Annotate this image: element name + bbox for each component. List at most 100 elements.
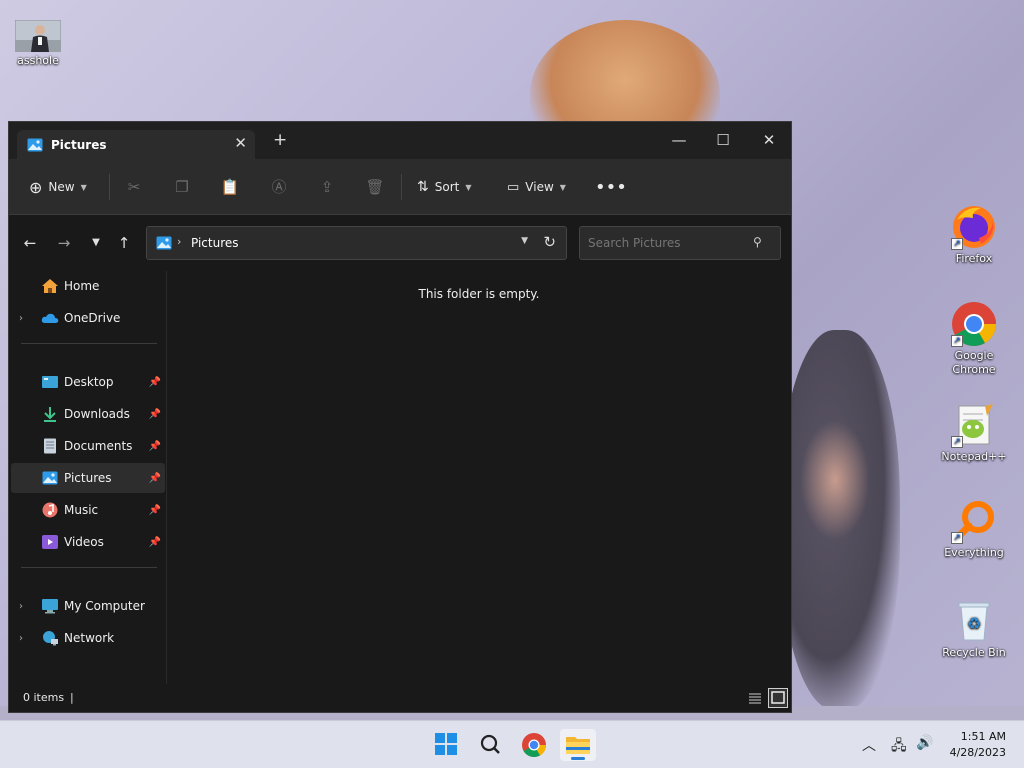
command-bar: ⊕ New ▼ ✂ ❐ 📋 Ⓐ ⇪ 🗑 ⇅ Sort ▼ ▭ View ▼ ••…: [9, 159, 791, 215]
new-tab-icon[interactable]: +: [273, 132, 287, 149]
more-options-icon[interactable]: •••: [595, 176, 627, 198]
expand-chevron-icon[interactable]: ›: [19, 601, 23, 612]
address-history-chevron-icon[interactable]: ▼: [521, 236, 528, 246]
network-icon: [41, 630, 59, 646]
sidebar-item-onedrive[interactable]: › OneDrive: [11, 303, 165, 333]
search-icon: [480, 734, 500, 754]
close-window-button[interactable]: ✕: [747, 126, 791, 154]
maximize-button[interactable]: ☐: [701, 126, 745, 154]
computer-monitor-icon: [41, 598, 59, 614]
chevron-down-icon: ▼: [80, 182, 87, 192]
file-explorer-window: Pictures ✕ + — ☐ ✕ ⊕ New ▼ ✂ ❐ 📋 Ⓐ ⇪ 🗑 ⇅…: [8, 121, 792, 713]
pin-icon[interactable]: 📌: [149, 473, 161, 484]
start-button[interactable]: [428, 729, 464, 761]
network-status-icon[interactable]: 🖧: [891, 735, 907, 759]
address-path[interactable]: Pictures: [191, 236, 239, 250]
desktop-icon-firefox[interactable]: ↗ Firefox: [938, 204, 1010, 266]
sidebar-item-music[interactable]: Music 📌: [11, 495, 165, 525]
desktop-icon-label: Notepad++: [941, 450, 1007, 463]
minimize-button[interactable]: —: [657, 126, 701, 154]
chrome-icon: ↗: [951, 301, 997, 347]
details-view-button[interactable]: [745, 688, 765, 708]
windows-logo-icon: [435, 733, 457, 755]
expand-chevron-icon[interactable]: ›: [19, 633, 23, 644]
sort-button[interactable]: ⇅ Sort ▼: [417, 176, 472, 198]
sidebar-item-desktop[interactable]: Desktop 📌: [11, 367, 165, 397]
back-arrow-icon[interactable]: ←: [19, 233, 41, 253]
title-bar[interactable]: Pictures ✕ + — ☐ ✕: [9, 122, 791, 159]
onedrive-cloud-icon: [41, 310, 59, 326]
pin-icon[interactable]: 📌: [149, 537, 161, 548]
cut-icon[interactable]: ✂: [124, 177, 144, 197]
pictures-folder-icon: [27, 137, 43, 156]
forward-arrow-icon[interactable]: →: [53, 233, 75, 253]
recycle-bin-icon: ♻: [951, 598, 997, 644]
file-list-area[interactable]: This folder is empty.: [167, 271, 791, 685]
firefox-icon: ↗: [951, 204, 997, 250]
refresh-icon[interactable]: ↻: [543, 233, 556, 251]
large-icons-view-button[interactable]: [768, 688, 788, 708]
sidebar-item-network[interactable]: › Network: [11, 623, 165, 653]
desktop-icon-label: Recycle Bin: [942, 646, 1006, 659]
chevron-down-icon: ▼: [559, 182, 566, 192]
taskbar-file-explorer-button[interactable]: [560, 729, 596, 761]
pin-icon[interactable]: 📌: [149, 441, 161, 452]
chevron-down-icon: ▼: [465, 182, 472, 192]
search-icon: ⚲: [753, 235, 762, 249]
breadcrumb-chevron-icon[interactable]: ›: [177, 235, 181, 248]
expand-chevron-icon[interactable]: ›: [19, 313, 23, 324]
pin-icon[interactable]: 📌: [149, 409, 161, 420]
tab-pictures[interactable]: Pictures ✕: [17, 130, 255, 159]
delete-icon[interactable]: 🗑: [365, 177, 385, 197]
new-button[interactable]: ⊕ New ▼: [29, 176, 87, 198]
close-tab-icon[interactable]: ✕: [234, 134, 247, 152]
active-app-indicator: [571, 757, 585, 760]
item-count: 0 items: [23, 691, 65, 704]
recent-locations-chevron-icon[interactable]: ▼: [85, 233, 107, 253]
view-button-label: View: [525, 180, 554, 194]
sort-button-label: Sort: [434, 180, 460, 194]
sidebar-item-pictures[interactable]: Pictures 📌: [11, 463, 165, 493]
copy-icon[interactable]: ❐: [172, 177, 192, 197]
clock-time: 1:51 AM: [960, 730, 1006, 743]
volume-icon[interactable]: 🔊: [916, 735, 933, 751]
notepad-plus-plus-icon: ↗: [951, 402, 997, 448]
sidebar-item-home[interactable]: Home: [11, 271, 165, 301]
taskbar-chrome-button[interactable]: [516, 729, 552, 761]
download-arrow-icon: [41, 406, 59, 422]
show-hidden-icons-chevron[interactable]: ︿: [862, 735, 876, 755]
music-note-icon: [41, 502, 59, 518]
up-arrow-icon[interactable]: ↑: [113, 233, 135, 253]
sidebar-item-my-computer[interactable]: › My Computer: [11, 591, 165, 621]
clock-date: 4/28/2023: [949, 746, 1006, 759]
taskbar: ︿ 🖧 🔊 1:51 AM 4/28/2023: [0, 720, 1024, 768]
share-icon[interactable]: ⇪: [317, 177, 337, 197]
pin-icon[interactable]: 📌: [149, 505, 161, 516]
desktop-icon-notepad-plus-plus[interactable]: ↗ Notepad++: [938, 402, 1010, 464]
desktop-icon-recycle-bin[interactable]: ♻ Recycle Bin: [938, 598, 1010, 660]
search-input[interactable]: [579, 226, 781, 260]
address-bar[interactable]: › Pictures ▼ ↻: [146, 226, 567, 260]
shortcut-arrow-icon: ↗: [951, 436, 963, 448]
desktop-icon-google-chrome[interactable]: ↗ Google Chrome: [938, 301, 1010, 377]
shortcut-arrow-icon: ↗: [951, 238, 963, 250]
empty-folder-message: This folder is empty.: [418, 287, 540, 301]
desktop-icon-asshole[interactable]: asshole: [2, 19, 74, 68]
system-clock[interactable]: 1:51 AM 4/28/2023: [950, 729, 1006, 761]
pictures-folder-icon: [156, 235, 172, 254]
view-icon: ▭: [507, 179, 520, 195]
navigation-pane: Home › OneDrive Desktop 📌 Downloads 📌 Do…: [9, 271, 167, 685]
sidebar-item-downloads[interactable]: Downloads 📌: [11, 399, 165, 429]
home-icon: [41, 278, 59, 294]
rename-icon[interactable]: Ⓐ: [269, 177, 289, 197]
desktop-icon-everything[interactable]: ↗ Everything: [938, 498, 1010, 560]
taskbar-search-button[interactable]: [472, 729, 508, 761]
pin-icon[interactable]: 📌: [149, 377, 161, 388]
desktop-icon-label: asshole: [17, 54, 59, 67]
desktop-icon-label: Firefox: [955, 252, 993, 265]
shortcut-arrow-icon: ↗: [951, 532, 963, 544]
sidebar-item-videos[interactable]: Videos 📌: [11, 527, 165, 557]
view-button[interactable]: ▭ View ▼: [507, 176, 566, 198]
paste-icon[interactable]: 📋: [220, 177, 240, 197]
sidebar-item-documents[interactable]: Documents 📌: [11, 431, 165, 461]
